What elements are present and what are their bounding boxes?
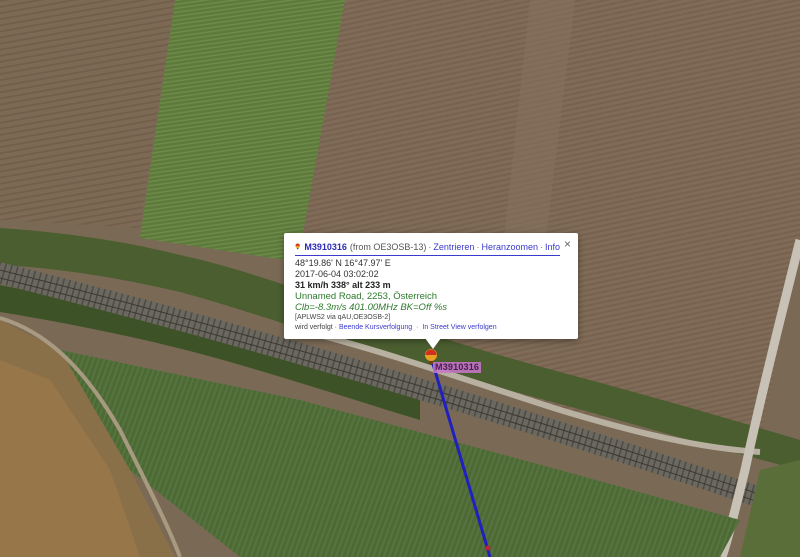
stop-tracking-link[interactable]: Beende Kursverfolgung — [339, 324, 412, 331]
close-icon[interactable]: × — [564, 238, 571, 250]
balloon-icon — [295, 243, 300, 250]
comment: Clb=-8.3m/s 401.00MHz BK=Off %s — [295, 302, 448, 313]
speed-course-altitude: 31 km/h 338° alt 233 m — [295, 280, 391, 290]
source-station: (from OE3OSB-13) — [349, 241, 427, 252]
zoom-in-link[interactable]: Heranzoomen — [481, 242, 538, 252]
popup-tail — [425, 338, 441, 349]
coordinates: 48°19.86' N 16°47.97' E — [295, 258, 391, 268]
address: Unnamed Road, 2253, Österreich — [295, 291, 438, 302]
tracking-actions: wird verfolgt · Beende Kursverfolgung · … — [295, 324, 497, 331]
packet-path: [APLWS2 via qAU,OE3OSB-2] — [295, 314, 391, 321]
info-link[interactable]: Info — [545, 242, 560, 252]
info-popup: × M3910316 (from OE3OSB-13) · Zentrieren… — [284, 233, 578, 339]
popup-header: M3910316 (from OE3OSB-13) · Zentrieren ·… — [295, 240, 560, 256]
timestamp: 2017-06-04 03:02:02 — [295, 269, 379, 279]
marker-label[interactable]: M3910316 — [433, 362, 482, 373]
street-view-link[interactable]: In Street View verfolgen — [422, 324, 496, 331]
callsign: M3910316 — [304, 241, 347, 252]
center-link[interactable]: Zentrieren — [433, 242, 474, 252]
tracking-status: wird verfolgt · — [295, 324, 338, 331]
